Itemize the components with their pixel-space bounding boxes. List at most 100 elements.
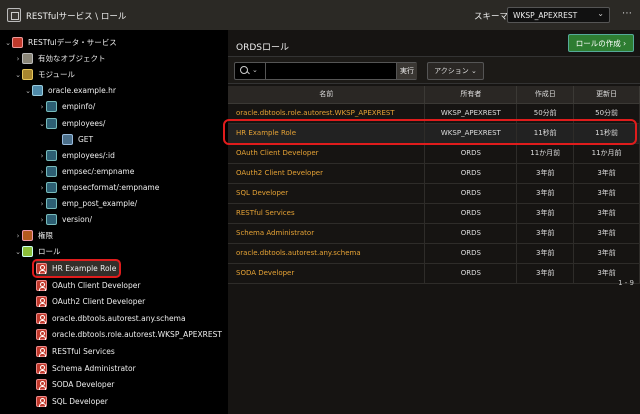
expand-toggle-icon[interactable]: › — [38, 152, 46, 160]
table-row: SQL Developer ORDS 3年前 3年前 — [228, 183, 640, 204]
table-row: OAuth2 Client Developer ORDS 3年前 3年前 — [228, 163, 640, 184]
tree-node-privileges[interactable]: › 権限 — [14, 228, 53, 243]
expand-toggle-icon[interactable]: ⌄ — [4, 39, 12, 47]
created-cell: 3年前 — [516, 223, 575, 244]
highlight-box-sidebar — [32, 259, 121, 278]
table-row: oracle.dbtools.autorest.any.schema ORDS 3年… — [228, 243, 640, 264]
privileges-icon — [22, 230, 33, 241]
tree-node-rest-services[interactable]: ⌄ RESTfulデータ・サービス — [4, 35, 117, 50]
expand-toggle-icon[interactable]: › — [38, 168, 46, 176]
table-row: OAuth Client Developer ORDS 11か月前 11か月前 — [228, 143, 640, 164]
role-name-link[interactable]: SQL Developer — [228, 183, 426, 204]
roles-table: 名前 所有者 作成日 更新日 oracle.dbtools.role.autor… — [228, 86, 640, 284]
search-field[interactable]: ⌄ 実行 — [234, 62, 417, 80]
expand-toggle-icon[interactable]: › — [14, 55, 22, 63]
expand-toggle-icon[interactable]: › — [38, 184, 46, 192]
role-icon — [36, 363, 47, 374]
updated-cell: 3年前 — [573, 203, 640, 224]
expand-toggle-icon[interactable]: ⌄ — [14, 71, 22, 79]
tree-node-role[interactable]: OAuth Client Developer — [36, 278, 140, 293]
tree-node-role[interactable]: SODA Developer — [36, 377, 114, 392]
created-cell: 3年前 — [516, 203, 575, 224]
updated-cell: 3年前 — [573, 223, 640, 244]
table-row: RESTful Services ORDS 3年前 3年前 — [228, 203, 640, 224]
updated-cell: 3年前 — [573, 183, 640, 204]
expand-toggle-icon[interactable]: ⌄ — [14, 248, 22, 256]
main-content: ORDSロール ロールの作成 › ⌄ 実行 アクション ⌄ 名前 所有者 作成日… — [228, 30, 640, 414]
updated-cell: 3年前 — [573, 163, 640, 184]
chevron-down-icon[interactable]: ⌄ — [252, 66, 258, 74]
column-header-created[interactable]: 作成日 — [516, 86, 575, 104]
table-header-row: 名前 所有者 作成日 更新日 — [228, 86, 640, 104]
schema-value: WKSP_APEXREST — [513, 11, 578, 20]
expand-toggle-icon[interactable]: ⌄ — [38, 120, 46, 128]
role-icon — [36, 396, 47, 407]
expand-toggle-icon[interactable]: ⌄ — [24, 87, 32, 95]
roles-icon — [22, 246, 33, 257]
chevron-down-icon: ⌄ — [597, 9, 604, 18]
template-icon — [46, 101, 57, 112]
go-button[interactable]: 実行 — [396, 63, 417, 79]
template-icon — [46, 198, 57, 209]
tree-node-template[interactable]: › version/ — [38, 212, 92, 227]
tree-node-template[interactable]: › empinfo/ — [38, 99, 95, 114]
tree-node-role[interactable]: Schema Administrator — [36, 361, 136, 376]
tree-node-template[interactable]: › empsec/:empname — [38, 164, 134, 179]
tree-node-module[interactable]: ⌄ oracle.example.hr — [24, 83, 116, 98]
expand-toggle-icon[interactable]: › — [38, 103, 46, 111]
create-role-button[interactable]: ロールの作成 › — [568, 34, 634, 52]
table-row: SODA Developer ORDS 3年前 3年前 — [228, 263, 640, 284]
template-icon — [46, 118, 57, 129]
table-row: Schema Administrator ORDS 3年前 3年前 — [228, 223, 640, 244]
column-header-updated[interactable]: 更新日 — [573, 86, 640, 104]
role-name-link[interactable]: OAuth Client Developer — [228, 143, 426, 164]
tree-node-template[interactable]: › emp_post_example/ — [38, 196, 137, 211]
role-icon — [36, 296, 47, 307]
schema-label: スキーマ — [474, 12, 509, 22]
role-icon — [36, 280, 47, 291]
tree-node-role[interactable]: oracle.dbtools.autorest.any.schema — [36, 311, 186, 326]
schema-select[interactable]: WKSP_APEXREST ⌄ — [507, 7, 610, 23]
role-icon — [36, 379, 47, 390]
tree-node-enabled-objects[interactable]: › 有効なオブジェクト — [14, 51, 106, 66]
tree-node-modules[interactable]: ⌄ モジュール — [14, 67, 75, 82]
tree-node-template[interactable]: › empsecformat/:empname — [38, 180, 159, 195]
tree-node-template[interactable]: ⌄ employees/ — [38, 116, 105, 131]
column-header-owner[interactable]: 所有者 — [424, 86, 518, 104]
role-icon — [36, 313, 47, 324]
module-icon — [32, 85, 43, 96]
navigation-tree: ⌄ RESTfulデータ・サービス › 有効なオブジェクト ⌄ モジュール ⌄ orac… — [0, 30, 226, 414]
role-name-link[interactable]: oracle.dbtools.autorest.any.schema — [228, 243, 426, 264]
role-name-link[interactable]: RESTful Services — [228, 203, 426, 224]
owner-cell: ORDS — [424, 163, 518, 184]
actions-menu-button[interactable]: アクション ⌄ — [427, 62, 484, 80]
column-header-name[interactable]: 名前 — [228, 86, 426, 104]
role-name-link[interactable]: SODA Developer — [228, 263, 426, 284]
updated-cell: 3年前 — [573, 243, 640, 264]
template-icon — [46, 182, 57, 193]
tree-node-roles[interactable]: ⌄ ロール — [14, 244, 61, 259]
template-icon — [46, 150, 57, 161]
top-bar: RESTfulサービス \ ロール スキーマ WKSP_APEXREST ⌄ ⋯ — [0, 0, 640, 30]
expand-toggle-icon[interactable]: › — [38, 200, 46, 208]
owner-cell: ORDS — [424, 263, 518, 284]
tree-node-get-handler[interactable]: GET — [54, 132, 93, 147]
divider — [265, 63, 266, 79]
role-name-link[interactable]: OAuth2 Client Developer — [228, 163, 426, 184]
tree-node-role[interactable]: SQL Developer — [36, 394, 108, 409]
tree-node-role[interactable]: RESTful Services — [36, 344, 115, 359]
expand-toggle-icon[interactable]: › — [14, 232, 22, 240]
tree-node-role[interactable]: OAuth2 Client Developer — [36, 294, 145, 309]
created-cell: 3年前 — [516, 243, 575, 264]
owner-cell: ORDS — [424, 143, 518, 164]
expand-toggle-icon[interactable]: › — [38, 216, 46, 224]
tree-node-template[interactable]: › employees/:id — [38, 148, 115, 163]
more-options-icon[interactable]: ⋯ — [622, 8, 632, 19]
app-icon[interactable] — [7, 8, 21, 22]
created-cell: 3年前 — [516, 183, 575, 204]
role-name-link[interactable]: Schema Administrator — [228, 223, 426, 244]
breadcrumb[interactable]: RESTfulサービス \ ロール — [26, 10, 126, 22]
tree-node-role[interactable]: oracle.dbtools.role.autorest.WKSP_APEXRE… — [36, 327, 222, 342]
owner-cell: ORDS — [424, 223, 518, 244]
enabled-objects-icon — [22, 53, 33, 64]
